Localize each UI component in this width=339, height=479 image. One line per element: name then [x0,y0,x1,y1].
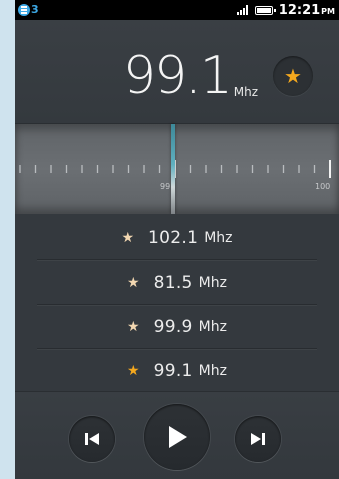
favorite-unit: Mhz [198,275,227,291]
next-station-button[interactable] [235,416,281,462]
favorite-unit: Mhz [198,319,227,335]
divider [37,259,317,260]
play-icon [169,426,187,448]
frequency-display: 99.1 Mhz [123,50,258,102]
favorites-list: ★ 102.1 Mhz ★ 81.5 Mhz ★ 99.9 Mhz ★ 99.1… [15,214,339,391]
star-icon: ★ [127,363,140,379]
fm-radio-app: 3 12:21 PM 99.1 Mhz ★ 99 100 ★ 102.1 Mhz… [15,0,339,479]
favorite-unit: Mhz [198,363,227,379]
signal-icon [236,5,249,15]
favorite-item-current[interactable]: ★ 99.1 Mhz [15,349,339,393]
star-icon: ★ [127,275,140,291]
status-bar: 3 12:21 PM [15,0,339,20]
battery-icon [254,5,276,15]
current-frequency: 99.1 [123,46,233,106]
star-icon: ★ [127,319,140,335]
clock-ampm: PM [321,7,335,16]
tuning-dial[interactable]: 99 100 [15,123,339,214]
favorite-frequency: 81.5 [153,273,193,293]
dial-scale [19,160,331,178]
tuning-needle[interactable] [171,124,175,214]
clock-time: 12:21 [278,2,321,18]
skip-previous-icon [85,433,99,445]
favorite-item[interactable]: ★ 102.1 Mhz [15,216,339,260]
favorite-frequency: 102.1 [148,228,199,248]
dial-label-99: 99 [160,182,171,191]
favorite-item[interactable]: ★ 81.5 Mhz [15,261,339,305]
playback-controls [15,391,339,479]
notification-icon [18,4,30,16]
play-button[interactable] [144,404,210,470]
previous-station-button[interactable] [69,416,115,462]
favorite-item[interactable]: ★ 99.9 Mhz [15,305,339,349]
frequency-unit: Mhz [233,85,259,99]
star-icon: ★ [121,230,135,246]
skip-next-icon [251,433,265,445]
favorite-frequency: 99.9 [153,317,193,337]
notification-indicator[interactable]: 3 [18,3,39,17]
favorite-toggle-button[interactable]: ★ [273,56,313,96]
dial-label-100: 100 [315,182,331,191]
favorite-frequency: 99.1 [153,361,193,381]
frequency-header: 99.1 Mhz ★ [15,20,339,123]
notification-count: 3 [31,3,39,16]
favorite-unit: Mhz [204,230,233,246]
star-icon: ★ [284,64,302,88]
